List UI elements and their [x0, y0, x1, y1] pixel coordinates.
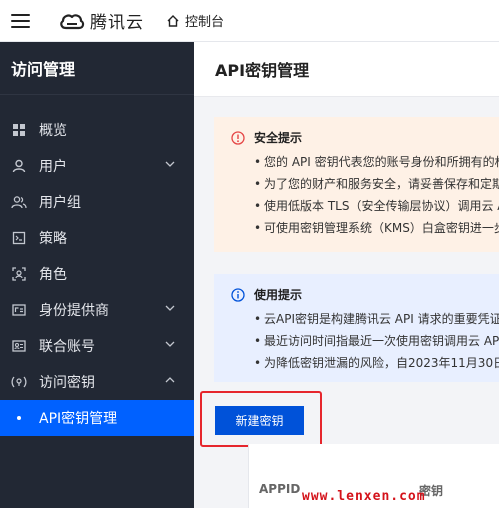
sidebar-item-label: 用户组: [39, 195, 81, 211]
chevron-down-icon: [165, 341, 175, 347]
user-group-icon: [11, 194, 27, 210]
sidebar-item-label: 联合账号: [39, 339, 95, 355]
identity-provider-icon: [11, 302, 27, 318]
console-link[interactable]: 控制台: [166, 11, 224, 30]
sidebar-item-federated-accounts[interactable]: 联合账号: [0, 328, 194, 364]
logo-text: 腾讯云: [90, 13, 144, 33]
top-bar: 腾讯云 控制台: [0, 0, 499, 42]
chevron-down-icon: [165, 305, 175, 311]
usage-notice-item: 最近访问时间指最近一次使用密钥调用云 API: [254, 330, 499, 352]
page-title: API密钥管理: [194, 42, 499, 97]
sidebar-item-overview[interactable]: 概览: [0, 112, 194, 148]
federated-account-icon: [11, 338, 27, 354]
usage-notice: 使用提示 云API密钥是构建腾讯云 API 请求的重要凭证 最近访问时间指最近一…: [214, 274, 499, 382]
watermark: www.lenxen.com: [302, 489, 426, 504]
sidebar-item-policies[interactable]: 策略: [0, 220, 194, 256]
sidebar-item-access-keys[interactable]: 访问密钥: [0, 364, 194, 400]
sidebar-nav: 概览 用户 用户组 策略 角色 身份提供商 联合账号 访问密钥 API密钥管理: [0, 95, 194, 436]
user-icon: [11, 158, 27, 174]
sidebar-item-identity-providers[interactable]: 身份提供商: [0, 292, 194, 328]
security-notice-item: 您的 API 密钥代表您的账号身份和所拥有的权: [254, 151, 499, 173]
sidebar-item-label: 策略: [39, 231, 67, 247]
sidebar-item-label: API密钥管理: [39, 411, 118, 427]
home-icon: [167, 14, 179, 27]
security-notice: 安全提示 您的 API 密钥代表您的账号身份和所拥有的权 为了您的财产和服务安全…: [214, 117, 499, 252]
chevron-up-icon: [165, 377, 175, 383]
cloud-logo-icon: [60, 13, 85, 29]
main-content: API密钥管理 安全提示 您的 API 密钥代表您的账号身份和所拥有的权 为了您…: [194, 42, 499, 508]
sidebar-item-users[interactable]: 用户: [0, 148, 194, 184]
column-header-key: 密钥: [419, 484, 444, 498]
usage-notice-item: 云API密钥是构建腾讯云 API 请求的重要凭证: [254, 308, 499, 330]
sidebar: 访问管理 概览 用户 用户组 策略 角色 身份提供商 联合账号 访问密钥 API…: [0, 42, 194, 508]
chevron-down-icon: [165, 161, 175, 167]
tencent-cloud-logo[interactable]: 腾讯云: [59, 8, 144, 33]
security-notice-title: 安全提示: [254, 131, 303, 145]
sidebar-item-api-key-management[interactable]: API密钥管理: [0, 400, 194, 436]
role-icon: [11, 266, 27, 282]
access-key-icon: [11, 374, 27, 390]
usage-notice-title: 使用提示: [254, 288, 303, 302]
sidebar-item-label: 访问密钥: [39, 375, 95, 391]
sidebar-item-user-groups[interactable]: 用户组: [0, 184, 194, 220]
sidebar-item-roles[interactable]: 角色: [0, 256, 194, 292]
sidebar-title: 访问管理: [0, 42, 194, 95]
sidebar-item-label: 概览: [39, 123, 67, 139]
create-key-button[interactable]: 新建密钥: [215, 406, 304, 435]
policy-icon: [11, 230, 27, 246]
security-notice-item: 使用低版本 TLS（安全传输层协议）调用云 API: [254, 195, 499, 217]
menu-icon[interactable]: [11, 13, 30, 28]
active-bullet: [17, 416, 21, 420]
console-label: 控制台: [185, 15, 225, 30]
warning-icon: [231, 130, 245, 145]
sidebar-item-label: 用户: [39, 159, 67, 175]
info-icon: [231, 287, 245, 302]
sidebar-item-label: 角色: [39, 267, 67, 283]
sidebar-item-label: 身份提供商: [39, 303, 109, 319]
security-notice-item: 为了您的财产和服务安全，请妥善保存和定期更: [254, 173, 499, 195]
security-notice-item: 可使用密钥管理系统（KMS）白盒密钥进一步: [254, 217, 499, 239]
usage-notice-item: 为降低密钥泄漏的风险，自2023年11月30日起: [254, 352, 499, 374]
overview-icon: [11, 122, 27, 138]
